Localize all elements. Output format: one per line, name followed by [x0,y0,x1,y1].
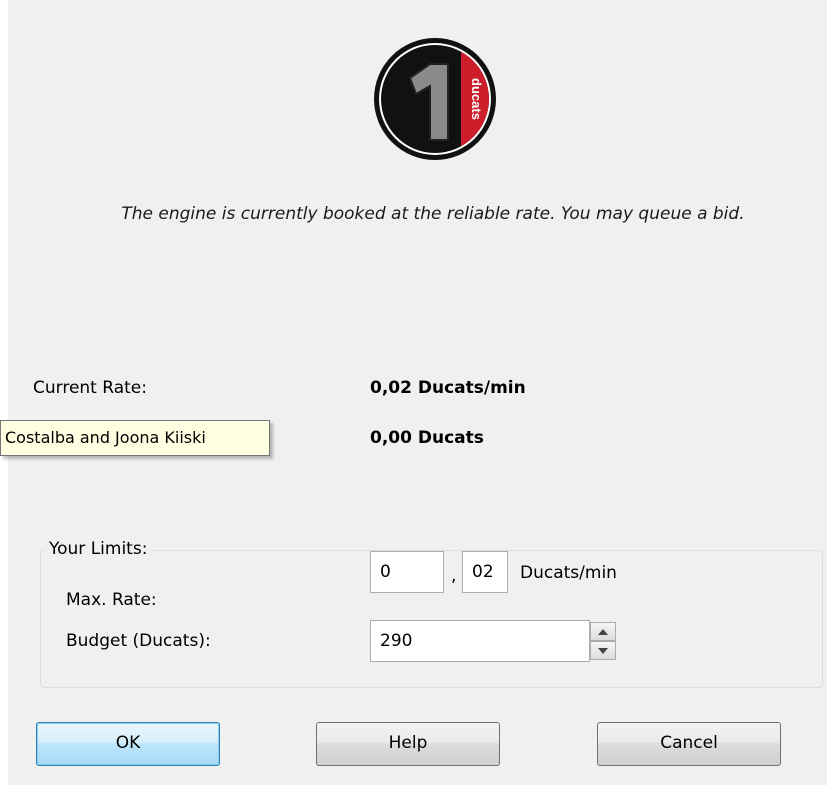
max-rate-fraction-input[interactable]: 02 [462,551,508,593]
logo-brand-text: ducats [469,78,484,120]
bid-dialog: ducats The engine is currently booked at… [8,0,827,785]
cancel-button[interactable]: Cancel [597,722,781,766]
limits-title: Your Limits: [45,539,152,559]
max-rate-label: Max. Rate: [66,590,157,610]
current-rate-value: 0,02 Ducats/min [370,378,526,398]
max-rate-unit: Ducats/min [520,563,617,583]
current-rate-label: Current Rate: [33,378,147,398]
spin-down-button[interactable] [590,641,616,660]
budget-input[interactable]: 290 [370,620,590,662]
balance-value: 0,00 Ducats [370,428,484,448]
arrow-up-icon [598,628,608,635]
arrow-down-icon [598,647,608,654]
help-button[interactable]: Help [316,722,500,766]
max-rate-separator: , [451,566,457,586]
ducats-logo: ducats [374,38,496,160]
budget-label: Budget (Ducats): [66,631,211,651]
budget-spinner [590,622,616,660]
spin-up-button[interactable] [590,622,616,641]
max-rate-whole-input[interactable]: 0 [370,551,444,593]
status-message: The engine is currently booked at the re… [121,204,745,224]
tooltip: Costalba and Joona Kiiski [0,420,270,456]
ok-button[interactable]: OK [36,722,220,766]
